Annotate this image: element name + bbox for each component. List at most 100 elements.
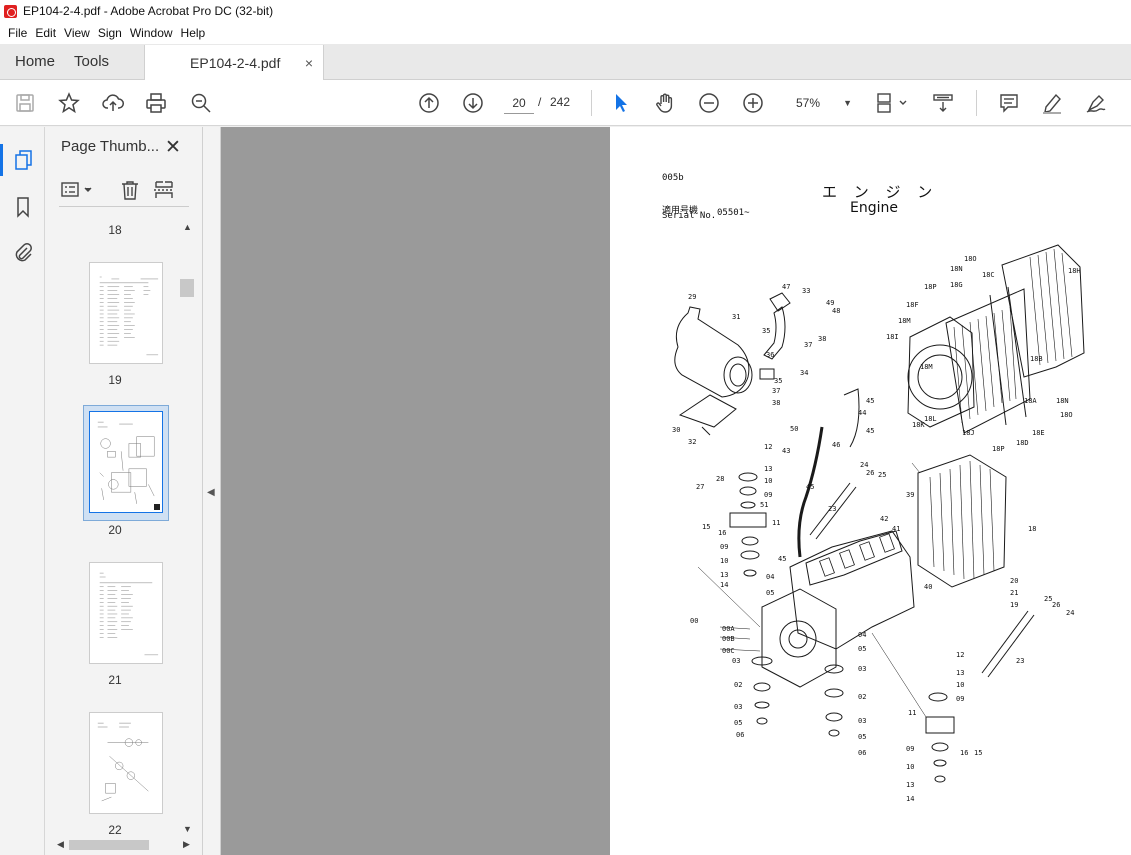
comment-icon[interactable]	[997, 91, 1021, 115]
thumbnails-horizontal-scrollbar[interactable]: ◀ ▶	[45, 838, 203, 852]
scroll-left-icon[interactable]: ◀	[57, 839, 64, 850]
document-viewer[interactable]: 005b エ ン ジ ン Engine 適用号機 Serial No. 0550…	[221, 127, 1131, 855]
thumbnail-options-icon[interactable]	[61, 180, 95, 203]
save-icon[interactable]	[13, 91, 37, 115]
part-label: 42	[880, 515, 888, 523]
zoom-dropdown[interactable]: 57% ▼	[786, 92, 852, 114]
menu-help[interactable]: Help	[177, 26, 210, 40]
tab-tools[interactable]: Tools	[70, 44, 124, 79]
page-thumbnails-icon[interactable]	[0, 144, 35, 176]
part-label: 18P	[992, 445, 1005, 453]
hand-tool-icon[interactable]	[653, 91, 677, 115]
part-label: 18F	[906, 301, 919, 309]
part-label: 03	[858, 665, 866, 673]
bookmarks-icon[interactable]	[11, 195, 35, 219]
panel-collapse-handle[interactable]: ◀	[203, 127, 221, 855]
menu-edit[interactable]: Edit	[31, 26, 60, 40]
part-label: 24	[860, 461, 868, 469]
scroll-right-icon[interactable]: ▶	[183, 839, 190, 850]
part-label: 11	[908, 709, 916, 717]
part-label: 13	[956, 669, 964, 677]
panel-close-icon[interactable]: ✕	[165, 136, 181, 159]
chevron-down-icon: ▼	[843, 98, 852, 108]
part-label: 18C	[982, 271, 995, 279]
part-label: 41	[892, 525, 900, 533]
part-label: 18I	[886, 333, 899, 341]
scrollbar-thumb[interactable]	[180, 279, 194, 297]
page-number-input[interactable]: 20	[504, 92, 534, 114]
tab-document[interactable]: EP104-2-4.pdf ×	[144, 45, 325, 80]
thumbnail-page-21[interactable]	[89, 562, 163, 664]
part-label: 00A	[722, 625, 735, 633]
thumbnail-page-20[interactable]	[89, 411, 163, 513]
left-navigation-rail	[0, 127, 45, 855]
part-label: 45	[778, 555, 786, 563]
part-label: 45	[866, 397, 874, 405]
highlight-pen-icon[interactable]	[1040, 91, 1064, 115]
thumbnail-page-22[interactable]	[89, 712, 163, 814]
part-label: 34	[800, 369, 808, 377]
toolbar-divider	[976, 90, 977, 116]
find-zoom-icon[interactable]	[189, 91, 213, 115]
part-label: 51	[760, 501, 768, 509]
menu-sign[interactable]: Sign	[94, 26, 126, 40]
part-label: 45	[806, 483, 814, 491]
part-label: 23	[1016, 657, 1024, 665]
page-layout-icon[interactable]	[874, 91, 912, 115]
scroll-up-icon[interactable]: ▲	[183, 222, 192, 232]
sign-pen-icon[interactable]	[1084, 91, 1108, 115]
part-label: 06	[858, 749, 866, 757]
part-label: 16	[718, 529, 726, 537]
thumbnails-vertical-scrollbar[interactable]: ▲ ▼	[180, 219, 194, 839]
part-label: 03	[734, 703, 742, 711]
scrollbar-thumb[interactable]	[69, 840, 149, 850]
scroll-down-icon[interactable]: ▼	[183, 824, 192, 834]
scroll-mode-icon[interactable]	[931, 91, 955, 115]
part-label: 10	[764, 477, 772, 485]
part-label: 05	[766, 589, 774, 597]
part-label: 18E	[1032, 429, 1045, 437]
part-label: 36	[766, 351, 774, 359]
upload-cloud-icon[interactable]	[101, 91, 125, 115]
tab-close-icon[interactable]: ×	[305, 55, 313, 71]
part-label: 13	[720, 571, 728, 579]
tab-home[interactable]: Home	[0, 44, 70, 79]
print-icon[interactable]	[144, 91, 168, 115]
part-label: 38	[772, 399, 780, 407]
delete-trash-icon[interactable]	[119, 179, 141, 204]
part-label: 03	[858, 717, 866, 725]
menu-window[interactable]: Window	[126, 26, 177, 40]
window-title: EP104-2-4.pdf - Adobe Acrobat Pro DC (32…	[23, 4, 274, 18]
part-label: 18M	[920, 363, 933, 371]
part-label: 24	[1066, 609, 1074, 617]
part-label: 18	[1028, 525, 1036, 533]
part-label: 18H	[1068, 267, 1081, 275]
part-label: 18D	[1016, 439, 1029, 447]
zoom-in-icon[interactable]	[741, 91, 765, 115]
select-arrow-icon[interactable]	[609, 91, 633, 115]
tab-bar: Home Tools EP104-2-4.pdf ×	[0, 44, 1131, 80]
part-label: 46	[832, 441, 840, 449]
part-label: 00B	[722, 635, 735, 643]
menu-view[interactable]: View	[60, 26, 94, 40]
extract-pages-icon[interactable]	[153, 179, 175, 204]
part-label: 09	[764, 491, 772, 499]
zoom-out-icon[interactable]	[697, 91, 721, 115]
part-label: 02	[734, 681, 742, 689]
zoom-value: 57%	[796, 96, 821, 110]
page-total: 242	[550, 95, 571, 109]
part-label: 18K	[912, 421, 925, 429]
collapse-arrow-icon[interactable]: ◀	[207, 487, 215, 498]
next-page-icon[interactable]	[461, 91, 485, 115]
thumbnail-label: 19	[108, 373, 122, 387]
part-label: 06	[736, 731, 744, 739]
attachments-paperclip-icon[interactable]	[11, 240, 35, 264]
tab-document-label: EP104-2-4.pdf	[190, 54, 281, 71]
current-page-marker	[154, 504, 160, 510]
bookmark-star-icon[interactable]	[57, 91, 81, 115]
menu-file[interactable]: File	[4, 26, 31, 40]
thumbnail-page-19[interactable]	[89, 262, 163, 364]
part-label: 18G	[950, 281, 963, 289]
previous-page-icon[interactable]	[417, 91, 441, 115]
part-label: 26	[866, 469, 874, 477]
